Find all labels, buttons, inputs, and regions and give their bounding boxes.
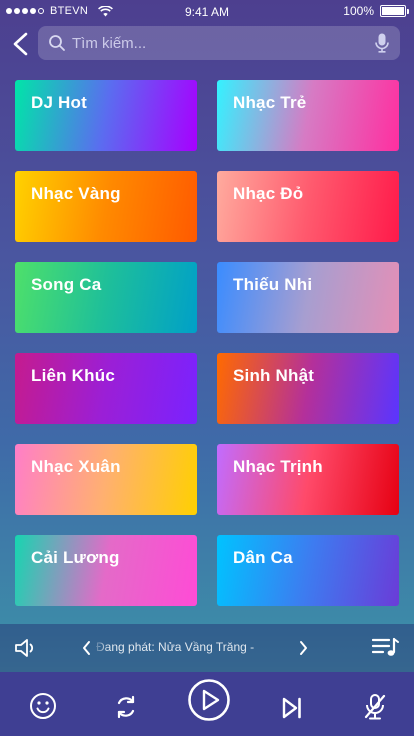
category-tile[interactable]: Cải Lương [15,535,197,606]
next-track-chevron-icon[interactable] [298,640,308,656]
back-chevron-icon[interactable] [10,32,34,56]
volume-icon[interactable] [14,638,38,658]
repeat-icon[interactable] [113,694,139,720]
now-playing-marquee: Đang phát: Nửa Vầng Trăng - [92,640,296,658]
now-playing-text: Đang phát: Nửa Vầng Trăng - [96,640,255,654]
category-tile[interactable]: Thiếu Nhi [217,262,399,333]
category-tile[interactable]: Nhạc Vàng [15,171,197,242]
playlist-icon[interactable] [372,637,400,659]
player-controls [0,672,414,736]
category-label: Nhạc Vàng [31,184,121,203]
category-tile[interactable]: Nhạc Trịnh [217,444,399,515]
category-label: Song Ca [31,275,102,294]
smiley-icon[interactable] [29,692,57,720]
category-tile[interactable]: Song Ca [15,262,197,333]
category-label: Dân Ca [233,548,293,567]
search-icon [49,35,65,51]
skip-next-icon[interactable] [281,696,303,720]
status-right: 100% [343,4,409,18]
category-tile[interactable]: Sinh Nhật [217,353,399,424]
category-tile[interactable]: Nhạc Xuân [15,444,197,515]
category-label: DJ Hot [31,93,87,112]
category-label: Nhạc Đỏ [233,184,304,203]
category-tile[interactable]: Liên Khúc [15,353,197,424]
category-label: Cải Lương [31,548,120,567]
category-tile[interactable]: Nhạc Đỏ [217,171,399,242]
battery-icon [380,5,409,17]
category-label: Liên Khúc [31,366,115,385]
play-button[interactable] [187,678,231,722]
category-label: Thiếu Nhi [233,275,313,294]
battery-percent: 100% [343,4,374,18]
category-label: Sinh Nhật [233,366,315,385]
now-playing-bar: Đang phát: Nửa Vầng Trăng - [0,624,414,672]
previous-track-chevron-icon[interactable] [82,640,92,656]
microphone-icon[interactable] [374,33,390,53]
category-label: Nhạc Xuân [31,457,121,476]
search-input[interactable] [72,34,374,52]
category-label: Nhạc Trẻ [233,93,307,112]
category-tile[interactable]: Dân Ca [217,535,399,606]
microphone-mute-icon[interactable] [363,693,387,721]
category-label: Nhạc Trịnh [233,457,323,476]
search-bar[interactable] [38,26,400,60]
status-bar: BTEVN 9:41 AM 100% [0,0,414,24]
category-tile[interactable]: Nhạc Trẻ [217,80,399,151]
category-tile[interactable]: DJ Hot [15,80,197,151]
